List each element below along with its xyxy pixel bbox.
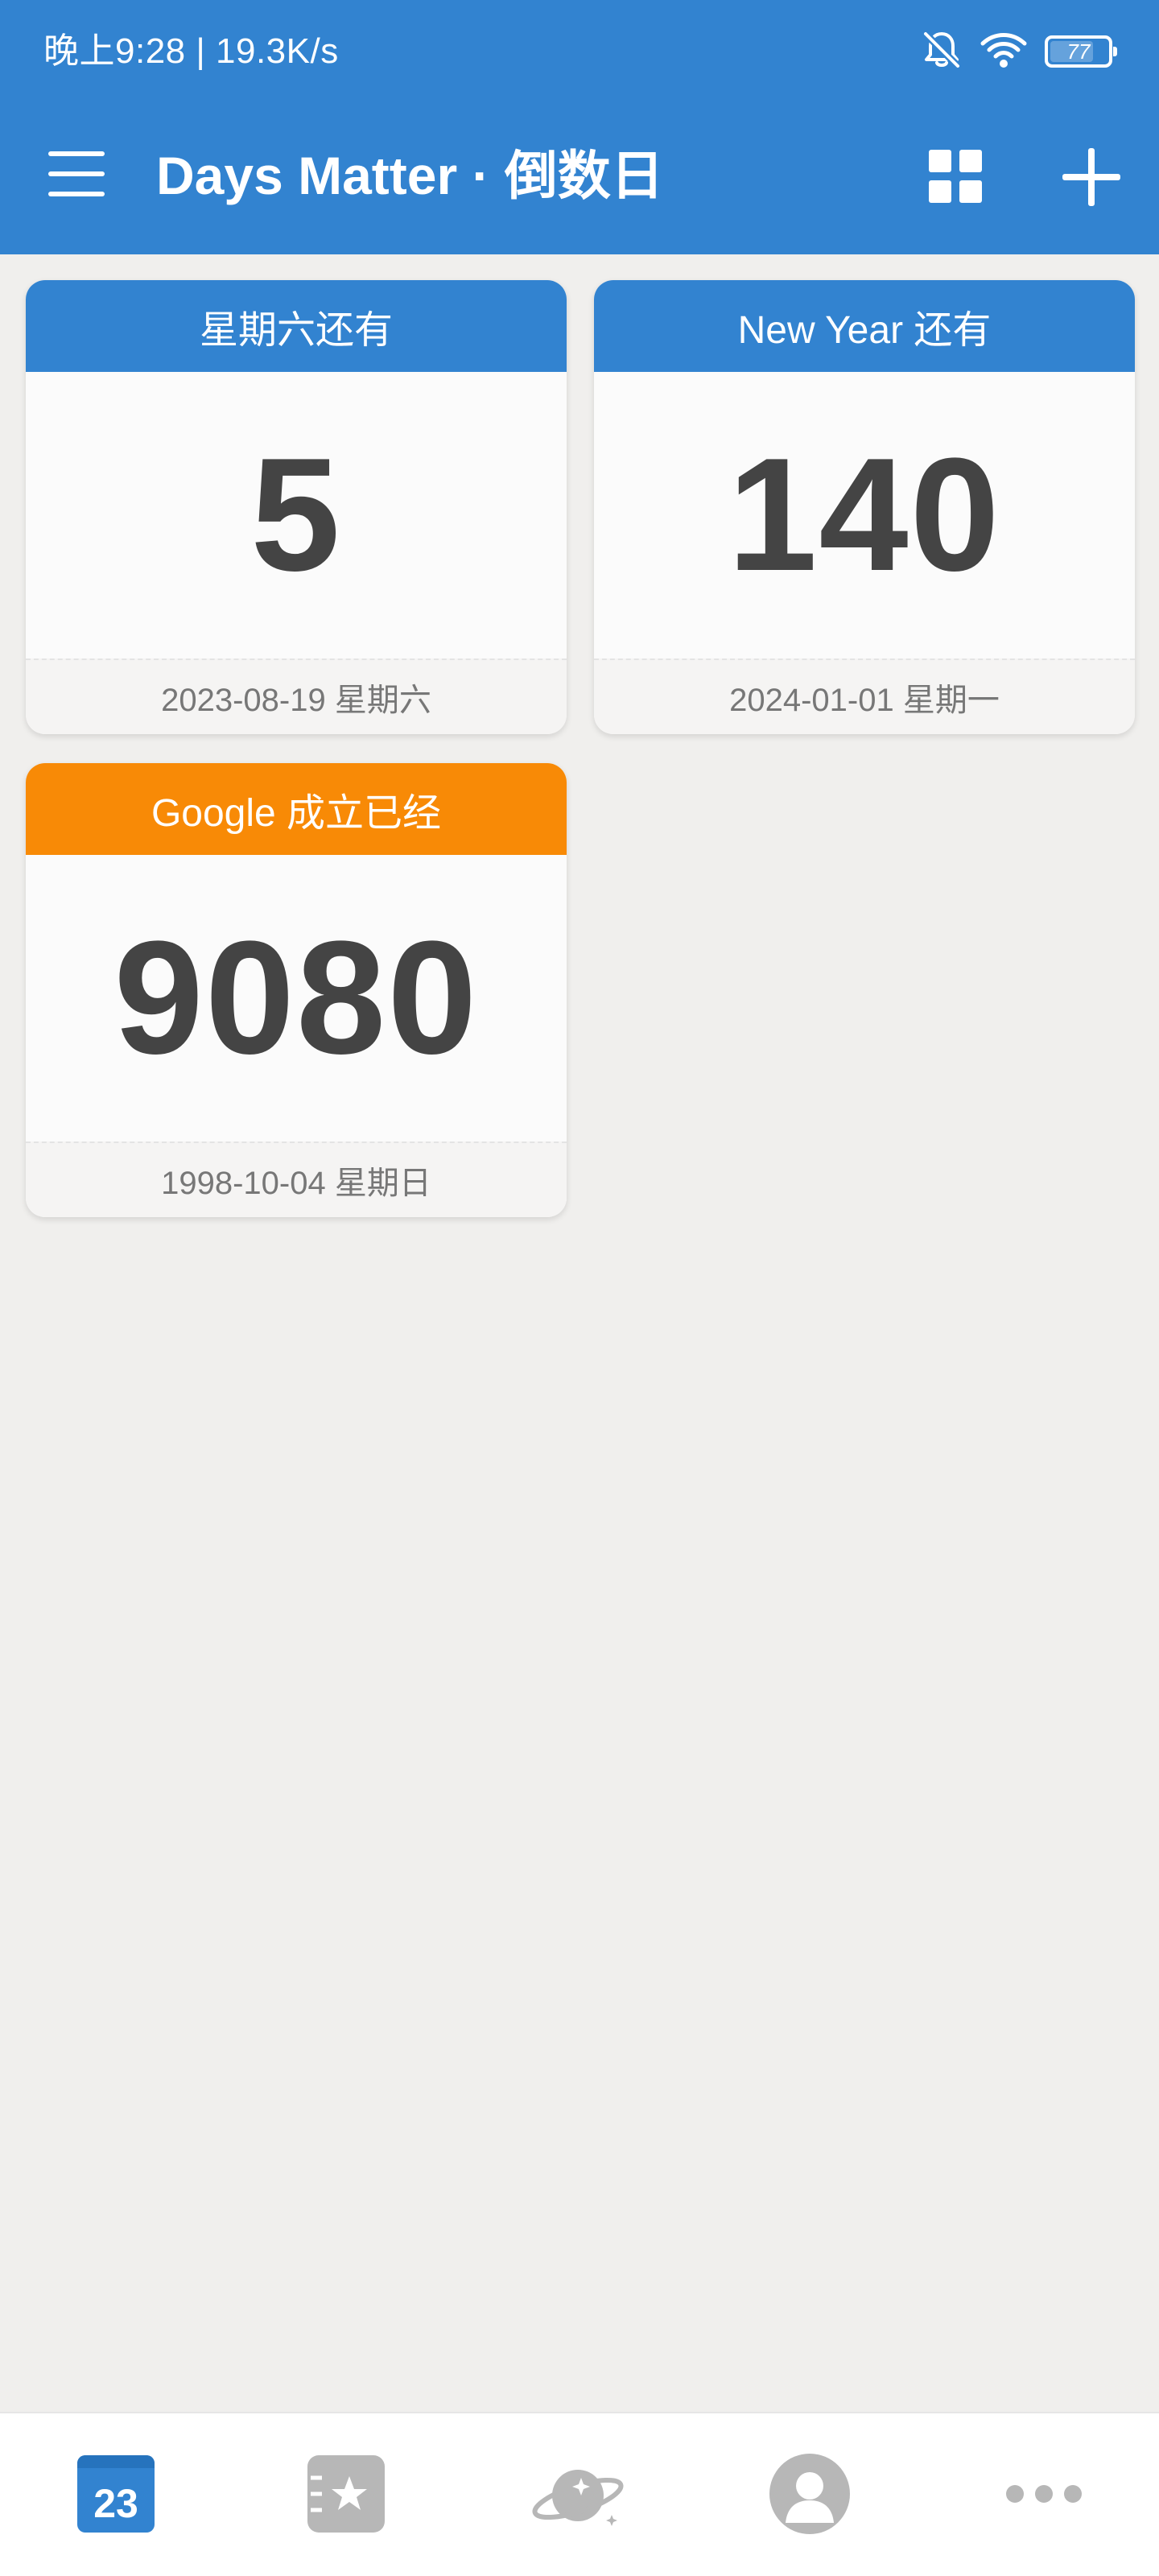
event-card-saturday[interactable]: 星期六还有 5 2023-08-19 星期六	[26, 280, 567, 734]
card-days: 140	[728, 425, 1001, 605]
card-days: 5	[250, 425, 342, 605]
card-title: 星期六还有	[26, 280, 567, 372]
add-icon[interactable]	[1062, 148, 1120, 206]
top-bar: 晚上9:28 | 19.3K/s 77 Days Matter · 倒数日	[0, 0, 1159, 254]
bell-off-icon	[921, 29, 963, 75]
card-date: 2023-08-19 星期六	[26, 658, 567, 734]
event-card-google[interactable]: Google 成立已经 9080 1998-10-04 星期日	[26, 763, 567, 1217]
calendar-day-number: 23	[93, 2481, 138, 2526]
card-date: 2024-01-01 星期一	[594, 658, 1135, 734]
profile-tab-icon[interactable]	[769, 2454, 850, 2534]
more-tab-icon[interactable]	[1006, 2454, 1082, 2534]
calendar-tab-icon[interactable]: 23	[77, 2455, 155, 2533]
grid-view-icon[interactable]	[929, 150, 982, 203]
wifi-icon	[980, 31, 1027, 72]
discover-planet-tab-icon[interactable]	[530, 2454, 626, 2534]
menu-icon[interactable]	[48, 151, 105, 196]
card-title: New Year 还有	[594, 280, 1135, 372]
card-date: 1998-10-04 星期日	[26, 1141, 567, 1217]
favorites-tab-icon[interactable]	[307, 2455, 385, 2533]
battery-icon: 77	[1045, 35, 1117, 68]
bottom-nav: 23	[0, 2412, 1159, 2576]
status-time-speed: 晚上9:28 | 19.3K/s	[43, 31, 339, 71]
status-icons: 77	[921, 29, 1117, 75]
battery-percent: 77	[1066, 39, 1091, 64]
event-card-new-year[interactable]: New Year 还有 140 2024-01-01 星期一	[594, 280, 1135, 734]
app-title: Days Matter · 倒数日	[156, 146, 664, 205]
card-days: 9080	[113, 908, 479, 1088]
card-title: Google 成立已经	[26, 763, 567, 855]
